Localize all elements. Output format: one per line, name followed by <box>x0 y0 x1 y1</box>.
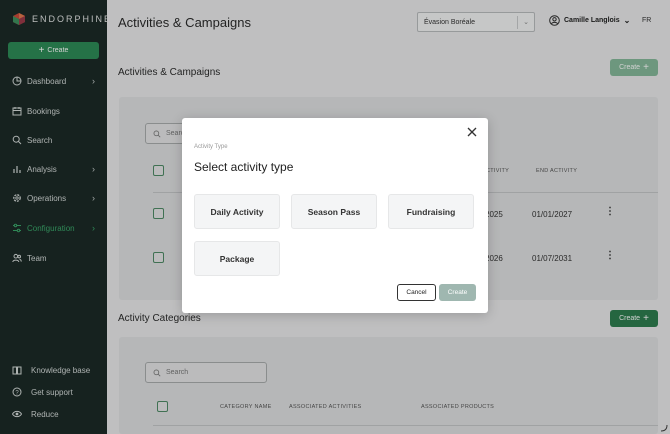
create-button[interactable]: Create <box>439 284 476 301</box>
resize-handle-icon[interactable] <box>659 423 668 432</box>
modal-title: Select activity type <box>194 160 294 174</box>
option-package[interactable]: Package <box>194 241 280 276</box>
option-season-pass[interactable]: Season Pass <box>291 194 377 229</box>
option-daily-activity[interactable]: Daily Activity <box>194 194 280 229</box>
close-icon[interactable] <box>467 127 477 137</box>
modal-subtitle: Activity Type <box>194 144 228 150</box>
option-fundraising[interactable]: Fundraising <box>388 194 474 229</box>
activity-type-modal: Activity Type Select activity type Daily… <box>182 118 488 313</box>
cancel-button[interactable]: Cancel <box>397 284 436 301</box>
